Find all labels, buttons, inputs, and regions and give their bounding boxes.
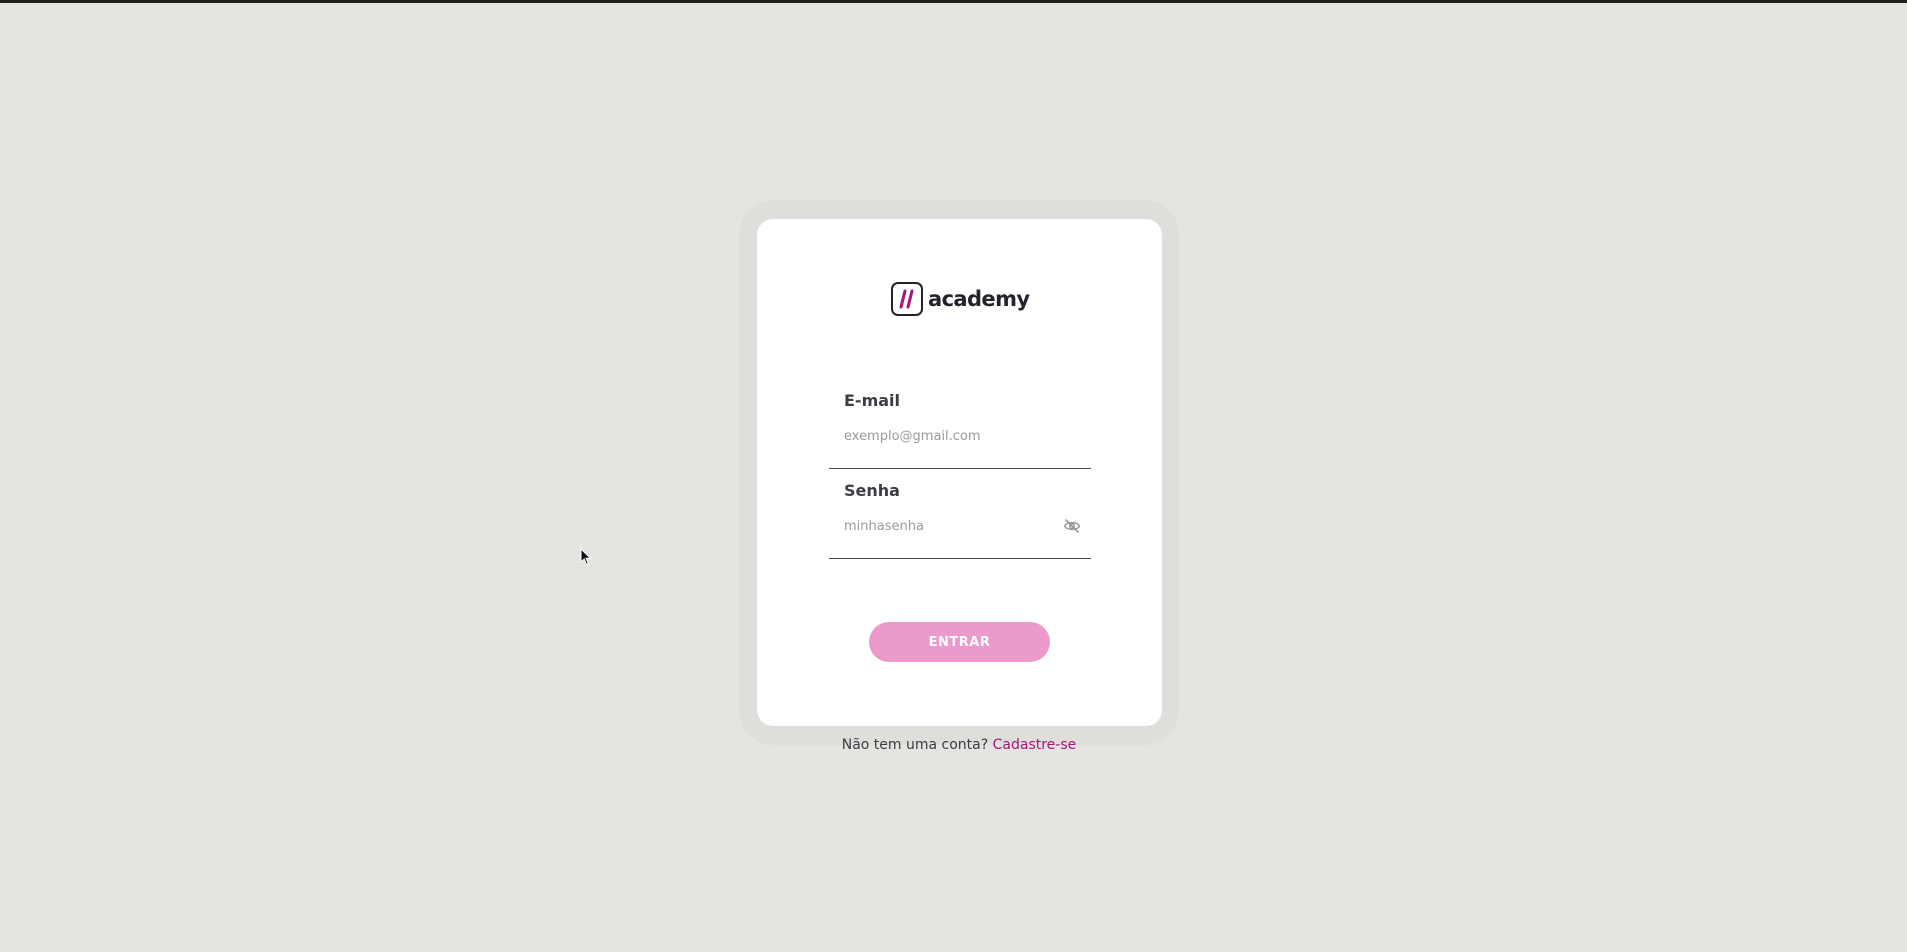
eye-off-icon[interactable] (1063, 518, 1081, 534)
signup-prompt: Não tem uma conta? Cadastre-se (0, 737, 1907, 753)
email-field: E-mail (829, 391, 1091, 469)
login-card: academy E-mail Senha ENTRAR (757, 219, 1162, 726)
signup-link[interactable]: Cadastre-se (993, 737, 1077, 753)
password-input[interactable] (844, 515, 1044, 537)
password-label: Senha (844, 481, 900, 500)
double-slash-logo-icon (891, 282, 923, 316)
mouse-cursor-icon (580, 548, 592, 566)
academy-logo: academy (891, 282, 1030, 316)
email-label: E-mail (844, 391, 901, 410)
brand-name: academy (928, 287, 1030, 311)
email-input[interactable] (844, 425, 1044, 447)
login-submit-button[interactable]: ENTRAR (869, 622, 1050, 662)
browser-top-edge (0, 0, 1907, 3)
signup-prompt-text: Não tem uma conta? (841, 737, 989, 753)
password-field: Senha (829, 481, 1091, 559)
